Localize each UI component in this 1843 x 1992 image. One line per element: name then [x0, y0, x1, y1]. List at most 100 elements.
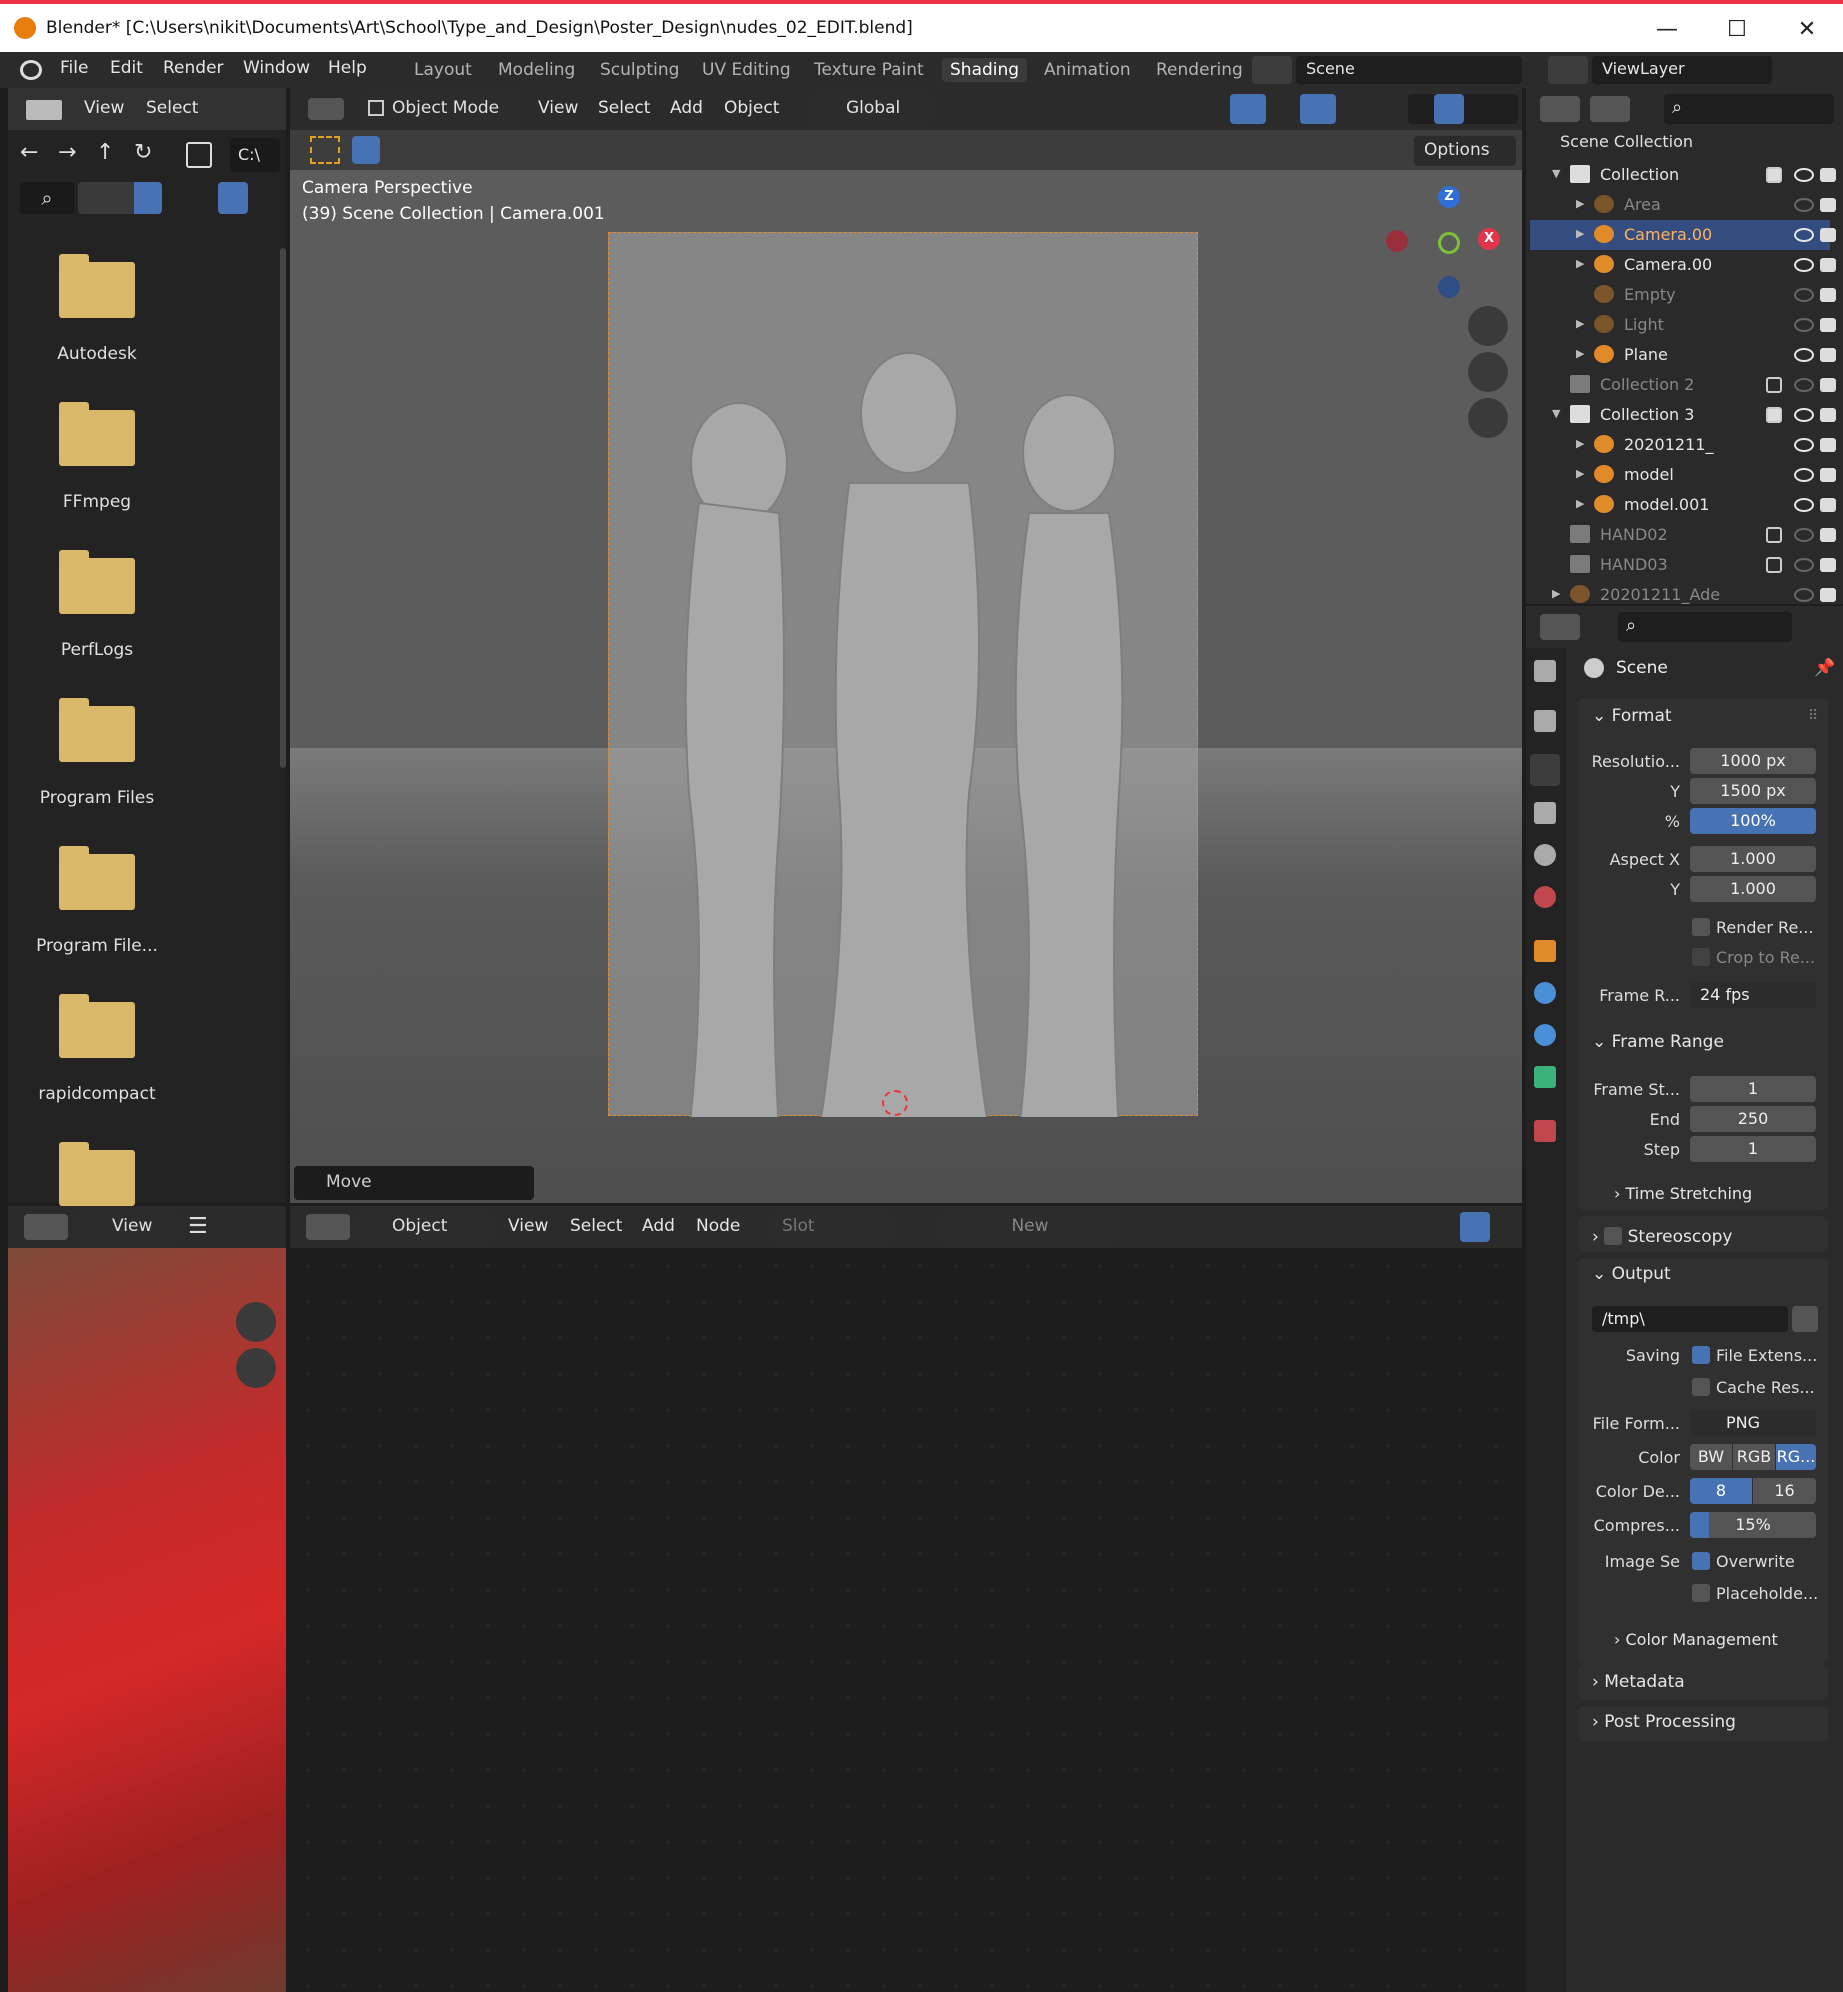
- outliner-row[interactable]: ▶ Light: [1530, 310, 1836, 340]
- vp-menu-view[interactable]: View: [538, 98, 578, 118]
- expand-toggle-icon[interactable]: ▶: [1576, 497, 1584, 510]
- new-material-button[interactable]: New: [942, 1212, 1118, 1242]
- frame-end-field[interactable]: 250: [1690, 1106, 1816, 1132]
- menu-edit[interactable]: Edit: [110, 58, 143, 78]
- node-menu-view[interactable]: View: [508, 1216, 548, 1236]
- render-camera-icon[interactable]: [1820, 258, 1836, 272]
- visibility-eye-icon[interactable]: [1794, 558, 1814, 572]
- metadata-header[interactable]: › Metadata: [1592, 1672, 1685, 1692]
- placeholders-checkbox[interactable]: [1692, 1584, 1710, 1602]
- color-rgb-button[interactable]: RGB: [1733, 1444, 1775, 1470]
- color-bw-button[interactable]: BW: [1690, 1444, 1732, 1470]
- frame-step-field[interactable]: 1: [1690, 1136, 1816, 1162]
- hamburger-menu-icon[interactable]: ☰: [188, 1214, 214, 1240]
- pan-hand-icon[interactable]: [236, 1348, 276, 1388]
- fb-menu-view[interactable]: View: [84, 98, 124, 118]
- render-camera-icon[interactable]: [1820, 588, 1836, 602]
- folder-item[interactable]: Autodesk: [22, 238, 172, 378]
- forward-arrow-icon[interactable]: →: [58, 140, 88, 170]
- time-stretching-subpanel[interactable]: › Time Stretching: [1614, 1184, 1752, 1203]
- outliner-row[interactable]: ▼ Collection: [1530, 160, 1836, 190]
- folder-item[interactable]: Program Files: [22, 682, 172, 822]
- exclude-checkbox[interactable]: [1766, 407, 1782, 423]
- vp-menu-object[interactable]: Object: [724, 98, 779, 118]
- search-icon[interactable]: ⌕: [20, 182, 74, 214]
- scene-collection-label[interactable]: Scene Collection: [1560, 132, 1693, 151]
- color-depth-8-button[interactable]: 8: [1690, 1478, 1752, 1504]
- new-folder-icon[interactable]: [186, 142, 212, 168]
- gizmo-z-axis[interactable]: Z: [1438, 186, 1460, 208]
- visibility-eye-icon[interactable]: [1794, 168, 1814, 182]
- zoom-icon[interactable]: [236, 1302, 276, 1342]
- render-camera-icon[interactable]: [1820, 198, 1836, 212]
- editor-type-icon[interactable]: [24, 1214, 68, 1240]
- viewlayer-name-field[interactable]: ViewLayer: [1592, 56, 1772, 84]
- expand-toggle-icon[interactable]: ▶: [1576, 317, 1584, 330]
- scrollbar[interactable]: [280, 248, 286, 768]
- editor-type-icon[interactable]: [1540, 614, 1580, 640]
- constraints-tab-icon[interactable]: [1534, 1024, 1556, 1046]
- maximize-button[interactable]: ☐: [1710, 12, 1764, 48]
- physics-tab-icon[interactable]: [1534, 982, 1556, 1004]
- file-extensions-checkbox[interactable]: [1692, 1346, 1710, 1364]
- visibility-eye-icon[interactable]: [1794, 588, 1814, 602]
- texture-tab-icon[interactable]: [1534, 1120, 1556, 1142]
- crop-checkbox[interactable]: [1692, 948, 1710, 966]
- render-tab-icon[interactable]: [1534, 710, 1556, 732]
- drag-handle-icon[interactable]: ⠿: [1808, 708, 1818, 724]
- scene-tab-icon[interactable]: [1534, 844, 1556, 866]
- outliner-row[interactable]: ▶ Camera.00: [1530, 220, 1836, 250]
- render-camera-icon[interactable]: [1820, 288, 1836, 302]
- expand-toggle-icon[interactable]: ▶: [1552, 587, 1560, 600]
- image-view-dropdown[interactable]: View: [78, 1212, 178, 1242]
- menu-render[interactable]: Render: [163, 58, 224, 78]
- camera-view-icon[interactable]: [1468, 398, 1508, 438]
- render-camera-icon[interactable]: [1820, 438, 1836, 452]
- overlay-toggle-icon[interactable]: [1460, 1212, 1490, 1242]
- menu-window[interactable]: Window: [243, 58, 310, 78]
- visibility-eye-icon[interactable]: [1794, 498, 1814, 512]
- outliner-row[interactable]: ▶ model.001: [1530, 490, 1836, 520]
- visibility-eye-icon[interactable]: [1794, 318, 1814, 332]
- frame-start-field[interactable]: 1: [1690, 1076, 1816, 1102]
- color-management-subpanel[interactable]: › Color Management: [1614, 1630, 1778, 1649]
- file-format-dropdown[interactable]: PNG: [1690, 1410, 1816, 1436]
- scene-browse-icon[interactable]: [1252, 56, 1292, 84]
- render-camera-icon[interactable]: [1820, 168, 1836, 182]
- editor-type-icon[interactable]: [1540, 96, 1580, 122]
- expand-toggle-icon[interactable]: ▶: [1576, 467, 1584, 480]
- overlay-toggle-icon[interactable]: [1300, 94, 1336, 124]
- solid-shading-icon[interactable]: [1434, 94, 1464, 124]
- refresh-icon[interactable]: ↻: [134, 140, 164, 170]
- close-button[interactable]: ✕: [1780, 12, 1834, 48]
- exclude-checkbox[interactable]: [1766, 557, 1782, 573]
- cache-result-checkbox[interactable]: [1692, 1378, 1710, 1396]
- expand-toggle-icon[interactable]: ▶: [1576, 347, 1584, 360]
- thumbnail-mode-icon[interactable]: [134, 182, 162, 214]
- minimize-button[interactable]: —: [1640, 12, 1694, 48]
- render-camera-icon[interactable]: [1820, 228, 1836, 242]
- visibility-eye-icon[interactable]: [1794, 198, 1814, 212]
- tool-tab-icon[interactable]: [1534, 660, 1556, 682]
- node-menu-add[interactable]: Add: [642, 1216, 675, 1236]
- shader-type-dropdown[interactable]: Object: [356, 1212, 490, 1242]
- editor-type-icon[interactable]: [306, 1214, 350, 1240]
- frame-range-header[interactable]: ⌄ Frame Range: [1592, 1032, 1724, 1052]
- parent-dir-icon[interactable]: ↑: [96, 140, 126, 170]
- zoom-icon[interactable]: [1468, 306, 1508, 346]
- outliner-row[interactable]: ▶ Camera.00: [1530, 250, 1836, 280]
- color-rgba-button[interactable]: RG...: [1776, 1444, 1816, 1470]
- shader-node-editor[interactable]: Object View Select Add Node Slot New: [290, 1206, 1522, 1992]
- tab-texture-paint[interactable]: Texture Paint: [806, 58, 932, 82]
- blender-menu-icon[interactable]: [20, 60, 42, 80]
- overwrite-checkbox[interactable]: [1692, 1552, 1710, 1570]
- aspect-y-field[interactable]: 1.000: [1690, 876, 1816, 902]
- tab-layout[interactable]: Layout: [406, 58, 480, 82]
- stereoscopy-header[interactable]: › Stereoscopy: [1592, 1224, 1732, 1247]
- tab-sculpting[interactable]: Sculpting: [592, 58, 687, 82]
- path-field[interactable]: C:\: [230, 138, 280, 172]
- last-operator-panel[interactable]: Move: [294, 1166, 534, 1200]
- tab-uv-editing[interactable]: UV Editing: [694, 58, 799, 82]
- data-tab-icon[interactable]: [1534, 1066, 1556, 1088]
- gizmo-y-axis[interactable]: [1438, 232, 1460, 254]
